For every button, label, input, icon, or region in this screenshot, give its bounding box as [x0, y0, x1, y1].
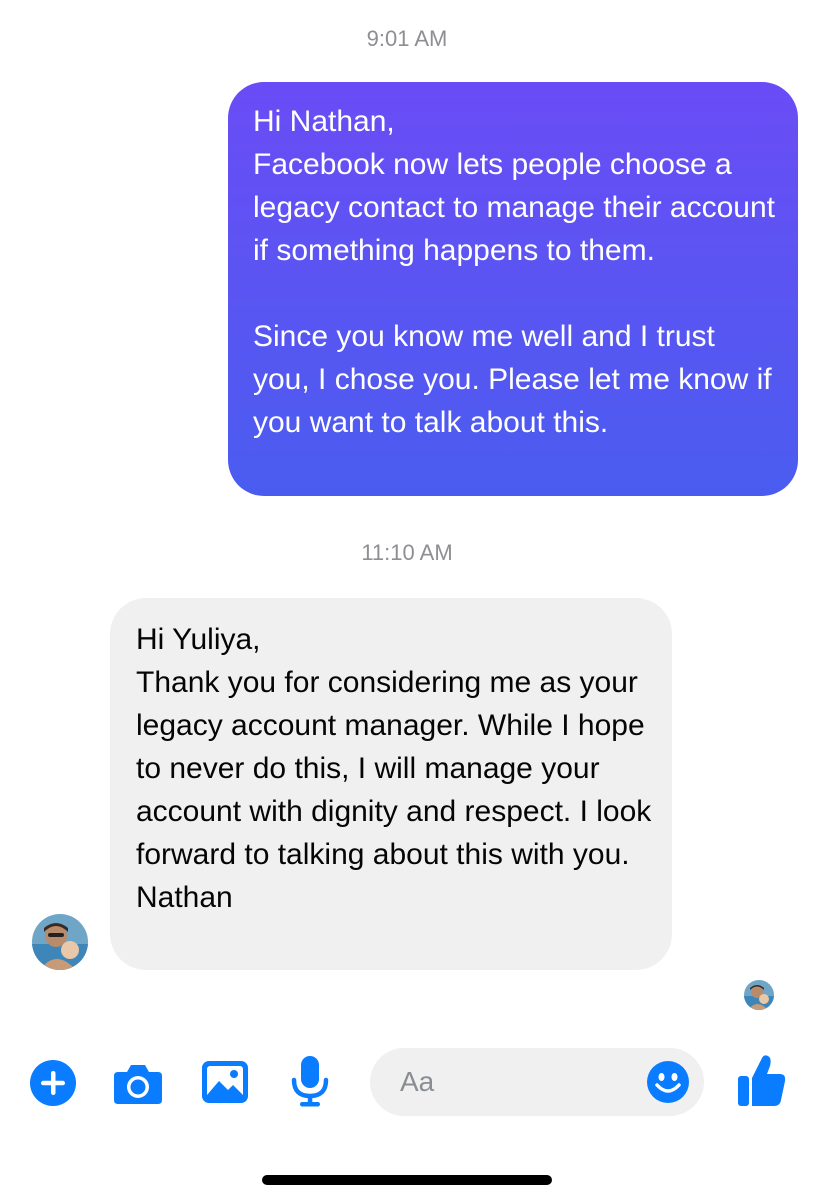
- messenger-thread: 9:01 AM Hi Nathan, Facebook now lets peo…: [0, 0, 814, 1200]
- emoji-icon: [647, 1061, 689, 1103]
- message-composer: [370, 1048, 704, 1116]
- avatar-photo: [744, 980, 774, 1010]
- sender-avatar[interactable]: [32, 914, 88, 970]
- read-receipt-avatar: [744, 980, 774, 1010]
- incoming-message-bubble[interactable]: Hi Yuliya, Thank you for considering me …: [110, 598, 672, 970]
- plus-icon: [30, 1060, 76, 1106]
- avatar-photo: [32, 914, 88, 970]
- home-indicator[interactable]: [262, 1175, 552, 1185]
- message-timestamp: 11:10 AM: [361, 540, 453, 565]
- voice-message-button[interactable]: [288, 1054, 332, 1110]
- message-input[interactable]: [400, 1062, 640, 1102]
- emoji-button[interactable]: [646, 1060, 690, 1104]
- photo-icon: [202, 1061, 248, 1103]
- microphone-icon: [291, 1056, 329, 1107]
- camera-button[interactable]: [112, 1058, 164, 1108]
- gallery-button[interactable]: [200, 1058, 250, 1106]
- outgoing-message-bubble[interactable]: Hi Nathan, Facebook now lets people choo…: [228, 82, 798, 496]
- more-actions-button[interactable]: [30, 1060, 76, 1106]
- camera-icon: [114, 1065, 162, 1104]
- like-button[interactable]: [736, 1052, 788, 1108]
- thumbs-up-icon: [738, 1055, 786, 1106]
- message-timestamp: 9:01 AM: [366, 26, 448, 51]
